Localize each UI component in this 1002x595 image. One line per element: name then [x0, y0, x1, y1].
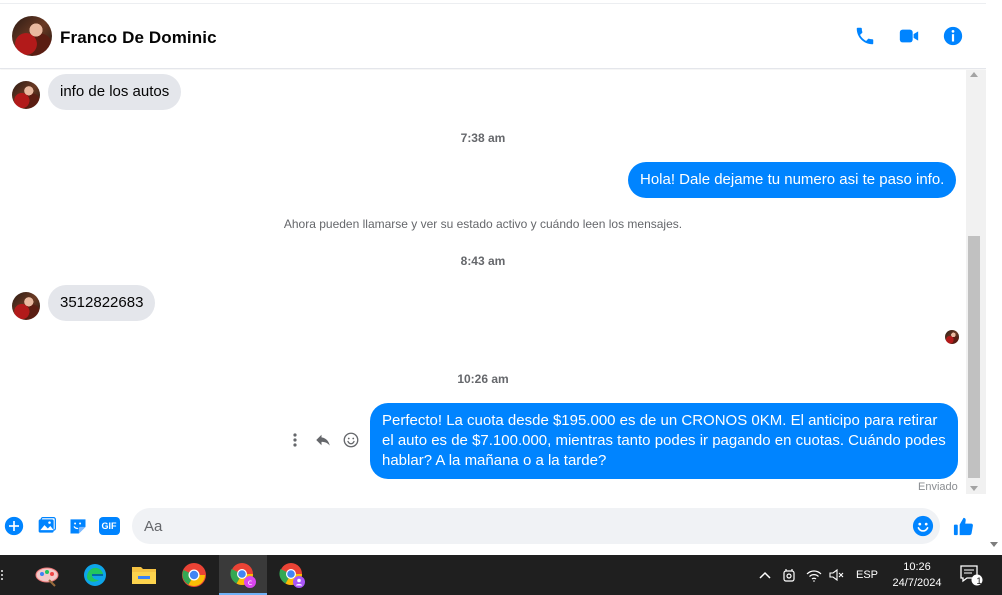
taskbar-edge-handle: [1, 570, 3, 580]
info-icon[interactable]: [941, 24, 965, 48]
more-options-icon[interactable]: [285, 430, 305, 450]
scroll-down-arrow[interactable]: [970, 486, 978, 491]
meet-now-icon[interactable]: [780, 555, 798, 595]
chrome-icon[interactable]: [170, 555, 218, 595]
notifications-icon[interactable]: 1: [956, 555, 986, 595]
clock[interactable]: 10:26 24/7/2024: [884, 559, 950, 591]
chrome-profile-2-icon[interactable]: [268, 555, 316, 595]
incoming-message[interactable]: 3512822683: [48, 285, 156, 321]
conversation-header: Franco De Dominic: [0, 0, 986, 69]
message-input-container: [132, 508, 940, 544]
phone-icon[interactable]: [853, 24, 877, 48]
message-list[interactable]: info de los autos 7:38 am Hola! Dale dej…: [0, 70, 966, 502]
contact-message-avatar[interactable]: [12, 292, 40, 320]
message-actions: [285, 430, 361, 450]
scroll-up-arrow[interactable]: [970, 72, 978, 77]
contact-name[interactable]: Franco De Dominic: [60, 28, 217, 48]
contact-message-avatar[interactable]: [12, 81, 40, 109]
edge-icon[interactable]: [71, 555, 119, 595]
thumbs-up-icon[interactable]: [951, 514, 975, 538]
seen-indicator-avatar: [945, 330, 959, 344]
sent-status: Enviado: [918, 481, 958, 493]
scroll-thumb[interactable]: [968, 236, 980, 478]
file-explorer-icon[interactable]: [120, 555, 168, 595]
video-camera-icon[interactable]: [897, 24, 921, 48]
react-emoji-icon[interactable]: [341, 430, 361, 450]
image-icon[interactable]: [36, 515, 58, 537]
chat-scrollbar[interactable]: [966, 70, 986, 494]
gif-label: GIF: [98, 517, 120, 535]
reply-icon[interactable]: [313, 430, 333, 450]
plus-icon[interactable]: [3, 515, 25, 537]
paint-icon[interactable]: [23, 555, 71, 595]
message-timestamp: 10:26 am: [457, 372, 509, 386]
message-composer: GIF: [0, 503, 986, 551]
language-indicator[interactable]: ESP: [853, 555, 881, 595]
page-scrollbar[interactable]: [986, 0, 1002, 555]
gif-icon[interactable]: GIF: [98, 515, 120, 537]
header-divider: [0, 3, 986, 4]
incoming-message[interactable]: info de los autos: [48, 74, 182, 110]
sticker-icon[interactable]: [67, 515, 89, 537]
clock-time: 10:26: [903, 561, 931, 573]
system-notice: Ahora pueden llamarse y ver su estado ac…: [283, 217, 683, 231]
windows-taskbar: c ESP 10:26 24/7/2024 1: [0, 555, 1002, 595]
wifi-icon[interactable]: [804, 555, 824, 595]
message-timestamp: 7:38 am: [460, 131, 506, 145]
notification-count: 1: [976, 576, 982, 586]
svg-text:c: c: [248, 578, 252, 587]
message-timestamp: 8:43 am: [460, 254, 506, 268]
chrome-profile-c-icon[interactable]: c: [219, 555, 267, 595]
outgoing-message[interactable]: Perfecto! La cuota desde $195.000 es de …: [370, 403, 958, 479]
clock-date: 24/7/2024: [892, 577, 942, 589]
message-input[interactable]: [144, 508, 904, 544]
contact-avatar[interactable]: [12, 16, 52, 56]
outgoing-message[interactable]: Hola! Dale dejame tu numero asi te paso …: [628, 162, 957, 198]
page-scroll-down-arrow[interactable]: [990, 542, 998, 547]
speaker-muted-icon[interactable]: [827, 555, 847, 595]
emoji-icon[interactable]: [912, 515, 934, 537]
language-code: ESP: [855, 569, 878, 581]
chevron-up-icon[interactable]: [756, 555, 774, 595]
